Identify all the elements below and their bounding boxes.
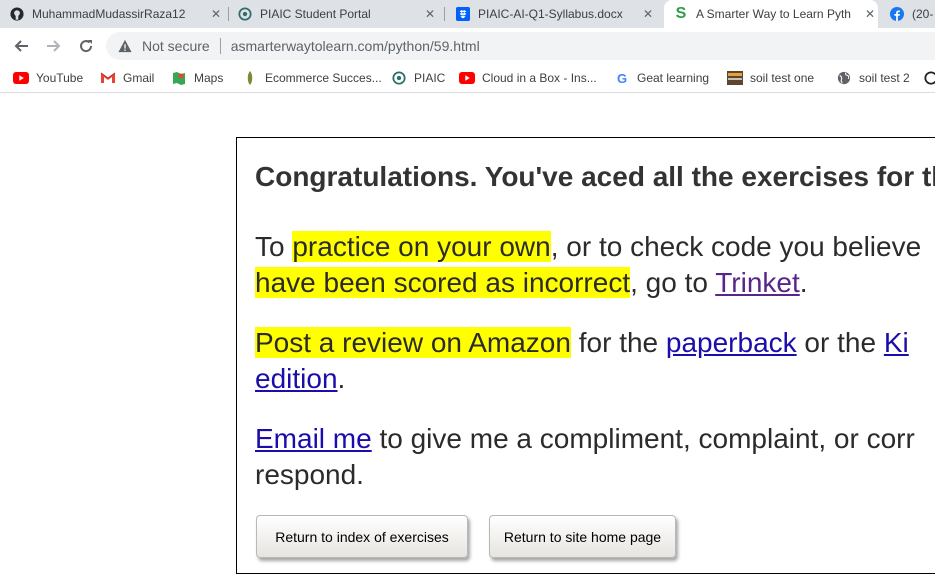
bookmark-maps[interactable]: Maps xyxy=(171,69,223,87)
text: . xyxy=(799,267,808,298)
kindle-edition-link[interactable]: edition xyxy=(255,363,338,394)
back-arrow-icon[interactable] xyxy=(9,34,33,58)
text: , or to check code you believe xyxy=(550,231,922,262)
review-paragraph: Post a review on Amazon for the paperbac… xyxy=(255,325,935,397)
close-icon[interactable]: ✕ xyxy=(640,7,656,21)
bookmark-label: Geat learning xyxy=(637,71,710,85)
close-icon[interactable]: ✕ xyxy=(208,7,224,21)
trinket-link[interactable]: Trinket xyxy=(715,267,800,298)
address-bar[interactable]: Not secure asmarterwaytolearn.com/python… xyxy=(106,32,935,60)
bookmark-label: soil test 2 xyxy=(859,71,910,85)
close-icon[interactable]: ✕ xyxy=(422,7,438,21)
tab-separator xyxy=(228,7,229,21)
browser-toolbar: Not secure asmarterwaytolearn.com/python… xyxy=(0,28,935,64)
bookmark-label: YouTube xyxy=(36,71,84,85)
tab-piaic-portal[interactable]: PIAIC Student Portal ✕ xyxy=(238,0,438,28)
ecommerce-icon xyxy=(242,70,258,86)
piaic-icon xyxy=(391,70,407,86)
bookmark-soil-test-2[interactable]: soil test 2 xyxy=(836,69,910,87)
paperback-link[interactable]: paperback xyxy=(666,327,797,358)
security-label[interactable]: Not secure xyxy=(142,38,210,54)
text: . xyxy=(337,363,346,394)
bookmark-ecommerce[interactable]: Ecommerce Succes... xyxy=(242,69,382,87)
github-icon xyxy=(10,7,24,21)
tab-separator xyxy=(444,7,445,21)
close-icon[interactable]: ✕ xyxy=(862,7,878,21)
bookmark-label: Maps xyxy=(194,71,224,85)
tab-syllabus-docx[interactable]: PIAIC-AI-Q1-Syllabus.docx ✕ xyxy=(456,0,656,28)
soil-test-icon xyxy=(727,70,743,86)
piaic-icon xyxy=(238,7,252,21)
return-to-index-button[interactable]: Return to index of exercises xyxy=(256,515,468,558)
warning-icon[interactable] xyxy=(118,39,134,53)
tab-title: PIAIC-AI-Q1-Syllabus.docx xyxy=(478,7,623,21)
smarter-way-icon: S xyxy=(675,5,687,22)
tab-title: (20- xyxy=(912,7,934,21)
bookmark-label: Gmail xyxy=(123,71,155,85)
bookmark-soil-test-one[interactable]: soil test one xyxy=(727,69,814,87)
bookmark-geat-learning[interactable]: G Geat learning xyxy=(614,69,709,87)
return-to-home-button[interactable]: Return to site home page xyxy=(489,515,676,558)
google-icon: G xyxy=(616,70,628,86)
text: or the xyxy=(796,327,884,358)
url-text[interactable]: asmarterwaytolearn.com/python/59.html xyxy=(231,38,480,54)
bookmark-youtube[interactable]: YouTube xyxy=(13,69,83,87)
tab-github[interactable]: MuhammadMudassirRaza12 ✕ xyxy=(10,0,224,28)
kindle-link[interactable]: Ki xyxy=(884,327,909,358)
globe-icon xyxy=(836,70,852,86)
text: To xyxy=(255,231,293,262)
forward-arrow-icon[interactable] xyxy=(42,34,66,58)
practice-paragraph: To practice on your own, or to check cod… xyxy=(255,229,935,301)
bookmark-label: Ecommerce Succes... xyxy=(265,71,382,85)
tab-title: A Smarter Way to Learn Pyth xyxy=(696,7,851,21)
highlight-text: practice on your own xyxy=(292,231,551,262)
page-heading: Congratulations. You've aced all the exe… xyxy=(255,161,935,192)
text: for the xyxy=(570,327,666,358)
highlight-text: have been scored as incorrect xyxy=(255,267,631,298)
omnibox-divider xyxy=(219,38,221,54)
dropbox-icon xyxy=(456,7,470,21)
bookmark-gmail[interactable]: Gmail xyxy=(100,69,154,87)
bookmark-label: Cloud in a Box - Ins... xyxy=(482,71,597,85)
facebook-icon xyxy=(890,7,904,21)
reload-icon[interactable] xyxy=(74,34,98,58)
tab-smarter-way-active[interactable]: S A Smarter Way to Learn Pyth ✕ xyxy=(664,0,878,28)
tab-title: MuhammadMudassirRaza12 xyxy=(32,7,186,21)
text: respond. xyxy=(255,459,364,490)
completion-panel: Congratulations. You've aced all the exe… xyxy=(236,137,935,574)
bookmark-cloud-in-a-box[interactable]: Cloud in a Box - Ins... xyxy=(459,69,597,87)
tab-facebook[interactable]: (20- xyxy=(890,0,935,28)
bookmarks-bar: YouTube Gmail Maps Ecommerce Succes... P… xyxy=(0,64,935,93)
text: to give me a compliment, complaint, or c… xyxy=(371,423,915,454)
email-paragraph: Email me to give me a compliment, compla… xyxy=(255,421,935,493)
text: , go to xyxy=(630,267,716,298)
bookmark-piaic[interactable]: PIAIC xyxy=(391,69,445,87)
tab-title: PIAIC Student Portal xyxy=(260,7,371,21)
maps-icon xyxy=(171,70,187,86)
page-content: Congratulations. You've aced all the exe… xyxy=(0,93,935,588)
bookmark-overflow-icon[interactable] xyxy=(924,69,935,87)
tab-strip: MuhammadMudassirRaza12 ✕ PIAIC Student P… xyxy=(0,0,935,28)
gmail-icon xyxy=(100,70,116,86)
highlight-text: Post a review on Amazon xyxy=(255,327,571,358)
youtube-icon xyxy=(459,70,475,86)
bookmark-label: soil test one xyxy=(750,71,815,85)
bookmark-label: PIAIC xyxy=(414,71,446,85)
youtube-icon xyxy=(13,70,29,86)
email-me-link[interactable]: Email me xyxy=(255,423,372,454)
